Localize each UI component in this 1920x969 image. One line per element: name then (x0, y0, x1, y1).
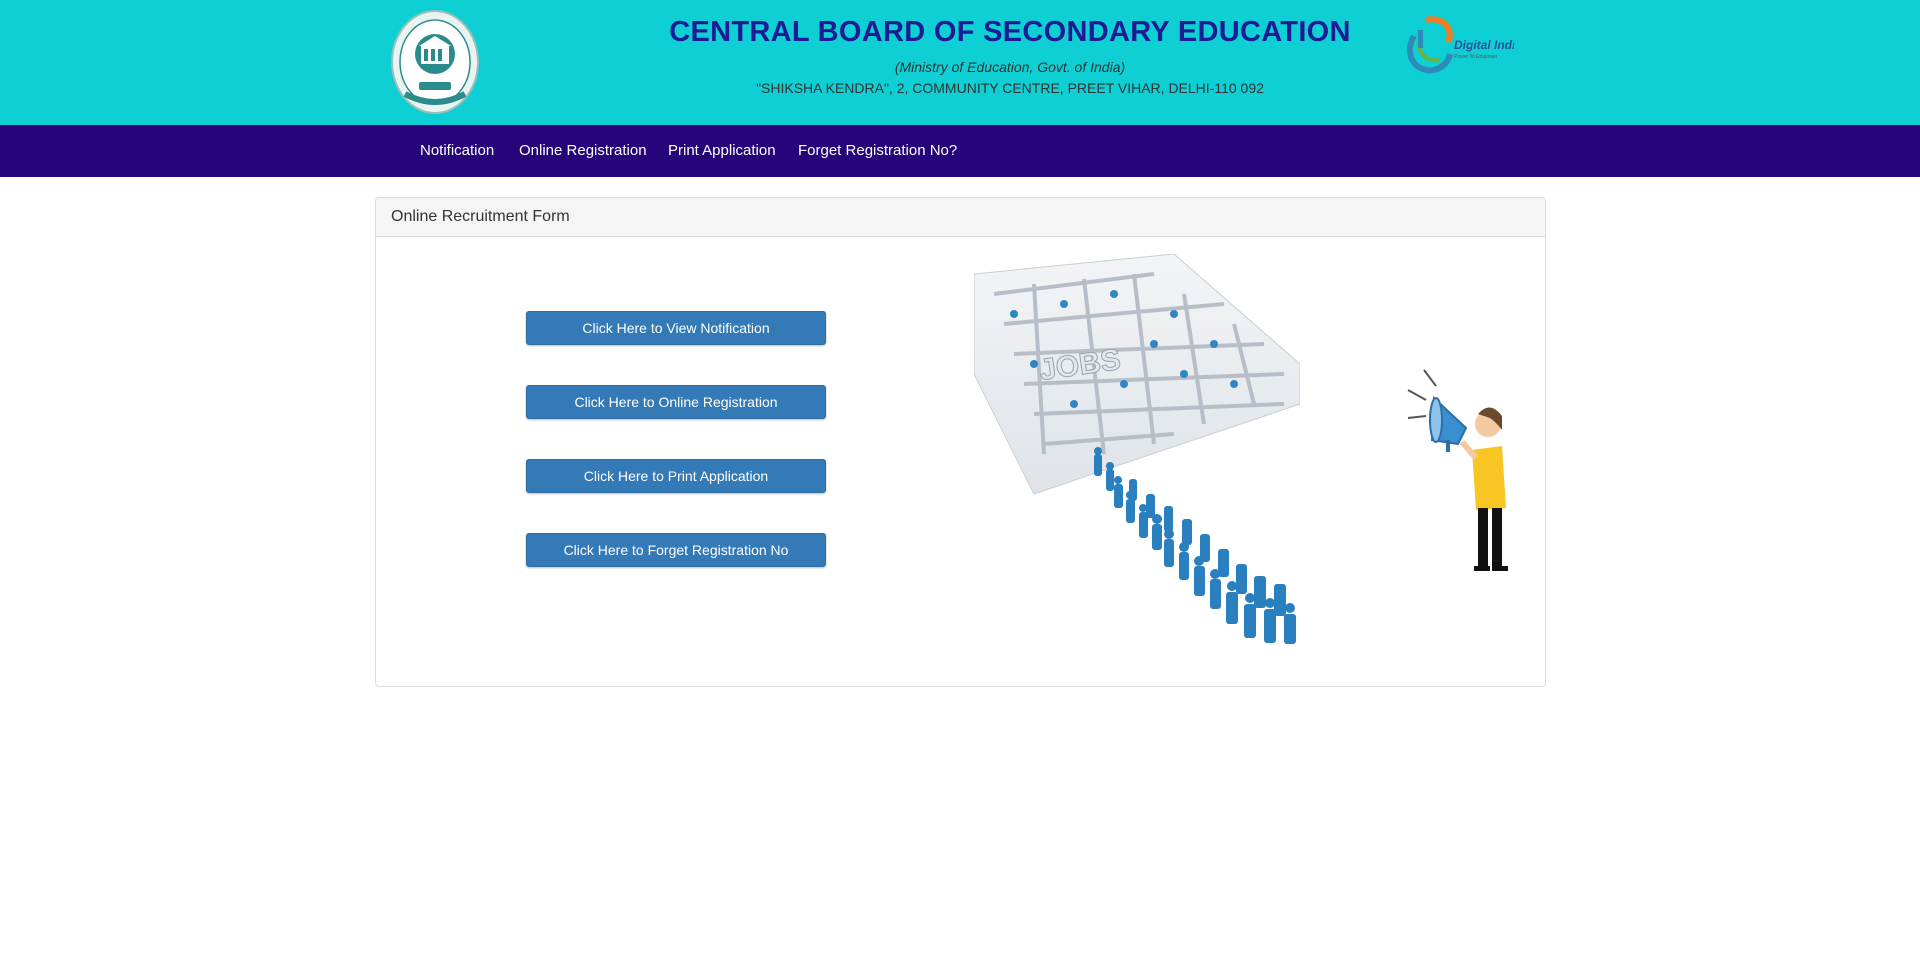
cbse-emblem-logo (391, 10, 479, 114)
recruitment-panel: Online Recruitment Form Click Here to Vi… (375, 197, 1546, 687)
site-header: CENTRAL BOARD OF SECONDARY EDUCATION (Mi… (0, 0, 1920, 125)
nav-online-registration[interactable]: Online Registration (519, 125, 647, 177)
header-text-block: CENTRAL BOARD OF SECONDARY EDUCATION (Mi… (600, 16, 1420, 96)
panel-heading: Online Recruitment Form (376, 198, 1545, 237)
digital-india-tagline: Power To Empower (1454, 54, 1498, 60)
main-navbar: Notification Online Registration Print A… (0, 125, 1920, 177)
digital-india-logo: Digital India Power To Empower (1407, 16, 1514, 74)
nav-notification[interactable]: Notification (420, 125, 494, 177)
megaphone-person-illustration (1407, 369, 1508, 571)
online-registration-button[interactable]: Click Here to Online Registration (526, 385, 826, 419)
print-application-button[interactable]: Click Here to Print Application (526, 459, 826, 493)
nav-forget-registration[interactable]: Forget Registration No? (798, 125, 957, 177)
nav-print-application[interactable]: Print Application (668, 125, 776, 177)
digital-india-label: Digital India (1454, 38, 1514, 52)
forget-registration-button[interactable]: Click Here to Forget Registration No (526, 533, 826, 567)
jobs-maze-illustration: JOBS (974, 254, 1300, 644)
page-title: CENTRAL BOARD OF SECONDARY EDUCATION (669, 16, 1351, 48)
ministry-subtitle: (Ministry of Education, Govt. of India) (894, 59, 1126, 75)
view-notification-button[interactable]: Click Here to View Notification (526, 311, 826, 345)
address-line: "SHIKSHA KENDRA", 2, COMMUNITY CENTRE, P… (756, 80, 1264, 96)
